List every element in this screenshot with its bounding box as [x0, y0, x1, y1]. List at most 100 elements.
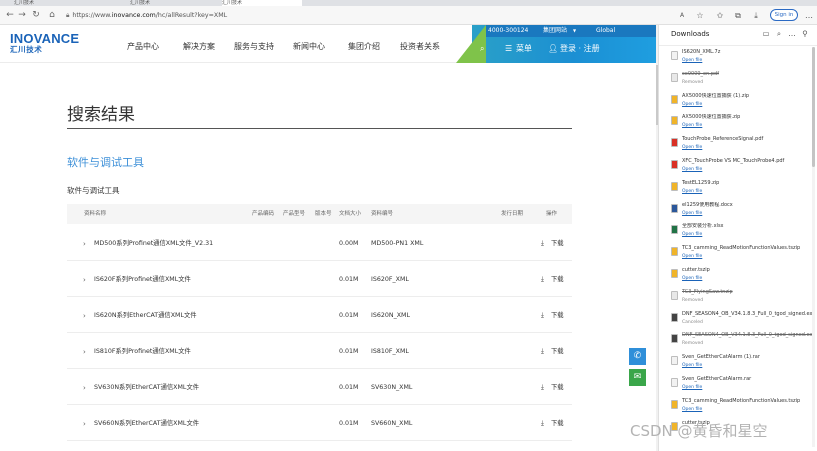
table-row[interactable]: › SV660N系列EtherCAT通信XML文件 0.01M SV660N_X…: [67, 406, 572, 441]
menu-icon[interactable]: ☰: [505, 43, 512, 55]
favorites-icon[interactable]: ✩: [714, 10, 726, 21]
menu-button[interactable]: 菜单: [516, 43, 532, 55]
download-file-name[interactable]: el1259使用教程.docx: [682, 202, 812, 209]
more-icon[interactable]: …: [803, 10, 815, 21]
download-link[interactable]: 下载: [551, 312, 564, 320]
open-file-link[interactable]: Open file: [682, 254, 702, 260]
site-logo[interactable]: INOVANCE 汇川技术: [10, 32, 84, 56]
download-item[interactable]: cutter.tszip Open file: [659, 265, 817, 287]
download-icon[interactable]: ⤓: [541, 240, 544, 248]
open-file-link[interactable]: Open file: [682, 232, 702, 238]
row-name[interactable]: MD500系列Profinet通信XML文件_V2.31: [94, 240, 213, 248]
home-icon[interactable]: ⌂: [46, 10, 58, 21]
download-file-name[interactable]: 全部安装分析.xlsx: [682, 223, 812, 230]
group-site-link[interactable]: 集团网站: [543, 27, 567, 35]
read-aloud-icon[interactable]: A: [676, 10, 688, 21]
table-row[interactable]: › IS810F系列Profinet通信XML文件 0.01M IS810F_X…: [67, 334, 572, 369]
download-icon[interactable]: ⤓: [541, 420, 544, 428]
download-item[interactable]: TC3_FlyingSaw.tnzip Removed: [659, 287, 817, 309]
open-file-link[interactable]: Open file: [682, 123, 702, 129]
download-item[interactable]: DNF_SEASON4_OB_V34.1.8.3_Full_0_tgod_sig…: [659, 309, 817, 331]
download-file-name[interactable]: TouchProbe_ReferenceSignal.pdf: [682, 136, 812, 143]
message-icon[interactable]: ✉: [629, 369, 646, 386]
open-file-link[interactable]: Open file: [682, 385, 702, 391]
row-name[interactable]: SV630N系列EtherCAT通信XML文件: [94, 384, 199, 392]
chevron-right-icon[interactable]: ›: [83, 312, 86, 320]
chevron-right-icon[interactable]: ›: [83, 240, 86, 248]
download-item[interactable]: Sven_GetEtherCatAlarm (1).rar Open file: [659, 352, 817, 374]
open-file-link[interactable]: Open file: [682, 145, 702, 151]
table-row[interactable]: › IS620F系列Profinet通信XML文件 0.01M IS620F_X…: [67, 262, 572, 297]
more-icon[interactable]: …: [787, 29, 797, 39]
download-item[interactable]: TestEL1259.zip Open file: [659, 178, 817, 200]
download-item[interactable]: XFC_TouchProbe VS MC_TouchProbe4.pdf Open…: [659, 156, 817, 178]
open-file-link[interactable]: Open file: [682, 276, 702, 282]
table-row[interactable]: › IS620N系列EtherCAT通信XML文件 0.01M IS620N_X…: [67, 298, 572, 333]
download-item[interactable]: TC3_camming_ReadMotionFunctionValues.tsz…: [659, 396, 817, 418]
download-file-name[interactable]: Sven_GetEtherCatAlarm (1).rar: [682, 354, 812, 361]
nav-service[interactable]: 服务与支持: [234, 42, 274, 52]
download-item[interactable]: el1259使用教程.docx Open file: [659, 200, 817, 222]
download-file-name[interactable]: TC3_camming_ReadMotionFunctionValues.tsz…: [682, 245, 812, 252]
chevron-right-icon[interactable]: ›: [83, 348, 86, 356]
download-link[interactable]: 下载: [551, 348, 564, 356]
table-row[interactable]: › SV630N系列EtherCAT通信XML文件 0.01M SV630N_X…: [67, 370, 572, 405]
folder-icon[interactable]: ▭: [761, 29, 771, 39]
nav-solutions[interactable]: 解决方案: [183, 42, 215, 52]
section-title[interactable]: 软件与调试工具: [67, 155, 144, 170]
download-file-name[interactable]: TC3_camming_ReadMotionFunctionValues.tsz…: [682, 398, 812, 405]
download-item[interactable]: AX5000快速位置捕获.zip Open file: [659, 112, 817, 134]
download-item[interactable]: AX5000快速位置捕获 (1).zip Open file: [659, 91, 817, 113]
download-item[interactable]: DNF_SEASON4_OB_V34.1.8.3_Full_0_tgod_sig…: [659, 330, 817, 352]
refresh-icon[interactable]: ↻: [30, 10, 42, 21]
download-item[interactable]: TouchProbe_ReferenceSignal.pdf Open file: [659, 134, 817, 156]
table-row[interactable]: › MD500系列Profinet通信XML文件_V2.31 0.00M MD5…: [67, 226, 572, 261]
download-file-name[interactable]: DNF_SEASON4_OB_V34.1.8.3_Full_0_tgod_sig…: [682, 311, 812, 318]
row-name[interactable]: SV660N系列EtherCAT通信XML文件: [94, 420, 199, 428]
download-icon[interactable]: ⤓: [541, 312, 544, 320]
download-file-name[interactable]: TestEL1259.zip: [682, 180, 812, 187]
row-name[interactable]: IS620F系列Profinet通信XML文件: [94, 276, 191, 284]
search-icon[interactable]: ⌕: [774, 29, 784, 39]
downloads-scrollbar-thumb[interactable]: [812, 47, 815, 167]
nav-investors[interactable]: 投资者关系: [400, 42, 440, 52]
search-icon[interactable]: ⌕: [480, 43, 484, 55]
open-file-link[interactable]: Open file: [682, 407, 702, 413]
open-file-link[interactable]: Open file: [682, 189, 702, 195]
download-link[interactable]: 下载: [551, 420, 564, 428]
download-item[interactable]: IS620N_XML.7z Open file: [659, 47, 817, 69]
downloads-scrollbar[interactable]: [812, 47, 815, 447]
download-icon[interactable]: ⤓: [541, 276, 544, 284]
chevron-right-icon[interactable]: ›: [83, 420, 86, 428]
download-file-name[interactable]: IS620N_XML.7z: [682, 49, 812, 56]
download-link[interactable]: 下载: [551, 384, 564, 392]
download-item[interactable]: ce9009_en.pdf Removed: [659, 69, 817, 91]
collections-icon[interactable]: ⧉: [732, 10, 744, 21]
download-file-name[interactable]: DNF_SEASON4_OB_V34.1.8.3_Full_0_tgod_sig…: [682, 332, 812, 339]
forward-icon[interactable]: →: [16, 10, 28, 21]
download-item[interactable]: 全部安装分析.xlsx Open file: [659, 221, 817, 243]
row-name[interactable]: IS620N系列EtherCAT通信XML文件: [94, 312, 197, 320]
download-file-name[interactable]: cutter.tszip: [682, 267, 812, 274]
row-name[interactable]: IS810F系列Profinet通信XML文件: [94, 348, 191, 356]
download-file-name[interactable]: ce9009_en.pdf: [682, 71, 812, 78]
user-icon[interactable]: 👤︎: [548, 43, 558, 55]
downloads-icon[interactable]: ⤓: [750, 10, 762, 21]
favorite-star-icon[interactable]: ☆: [694, 10, 706, 21]
download-icon[interactable]: ⤓: [541, 348, 544, 356]
open-file-link[interactable]: Open file: [682, 363, 702, 369]
download-icon[interactable]: ⤓: [541, 384, 544, 392]
download-file-name[interactable]: TC3_FlyingSaw.tnzip: [682, 289, 812, 296]
phone-contact-icon[interactable]: ✆: [629, 348, 646, 365]
download-file-name[interactable]: AX5000快速位置捕获.zip: [682, 114, 812, 121]
sign-in-button[interactable]: Sign in: [770, 9, 798, 21]
open-file-link[interactable]: Open file: [682, 167, 702, 173]
pin-icon[interactable]: ⚲: [800, 29, 810, 39]
chevron-right-icon[interactable]: ›: [83, 276, 86, 284]
nav-news[interactable]: 新闻中心: [293, 42, 325, 52]
download-link[interactable]: 下载: [551, 276, 564, 284]
back-icon[interactable]: ←: [4, 10, 16, 21]
open-file-link[interactable]: Open file: [682, 102, 702, 108]
global-link[interactable]: Global: [596, 27, 615, 35]
download-item[interactable]: TC3_camming_ReadMotionFunctionValues.tsz…: [659, 243, 817, 265]
